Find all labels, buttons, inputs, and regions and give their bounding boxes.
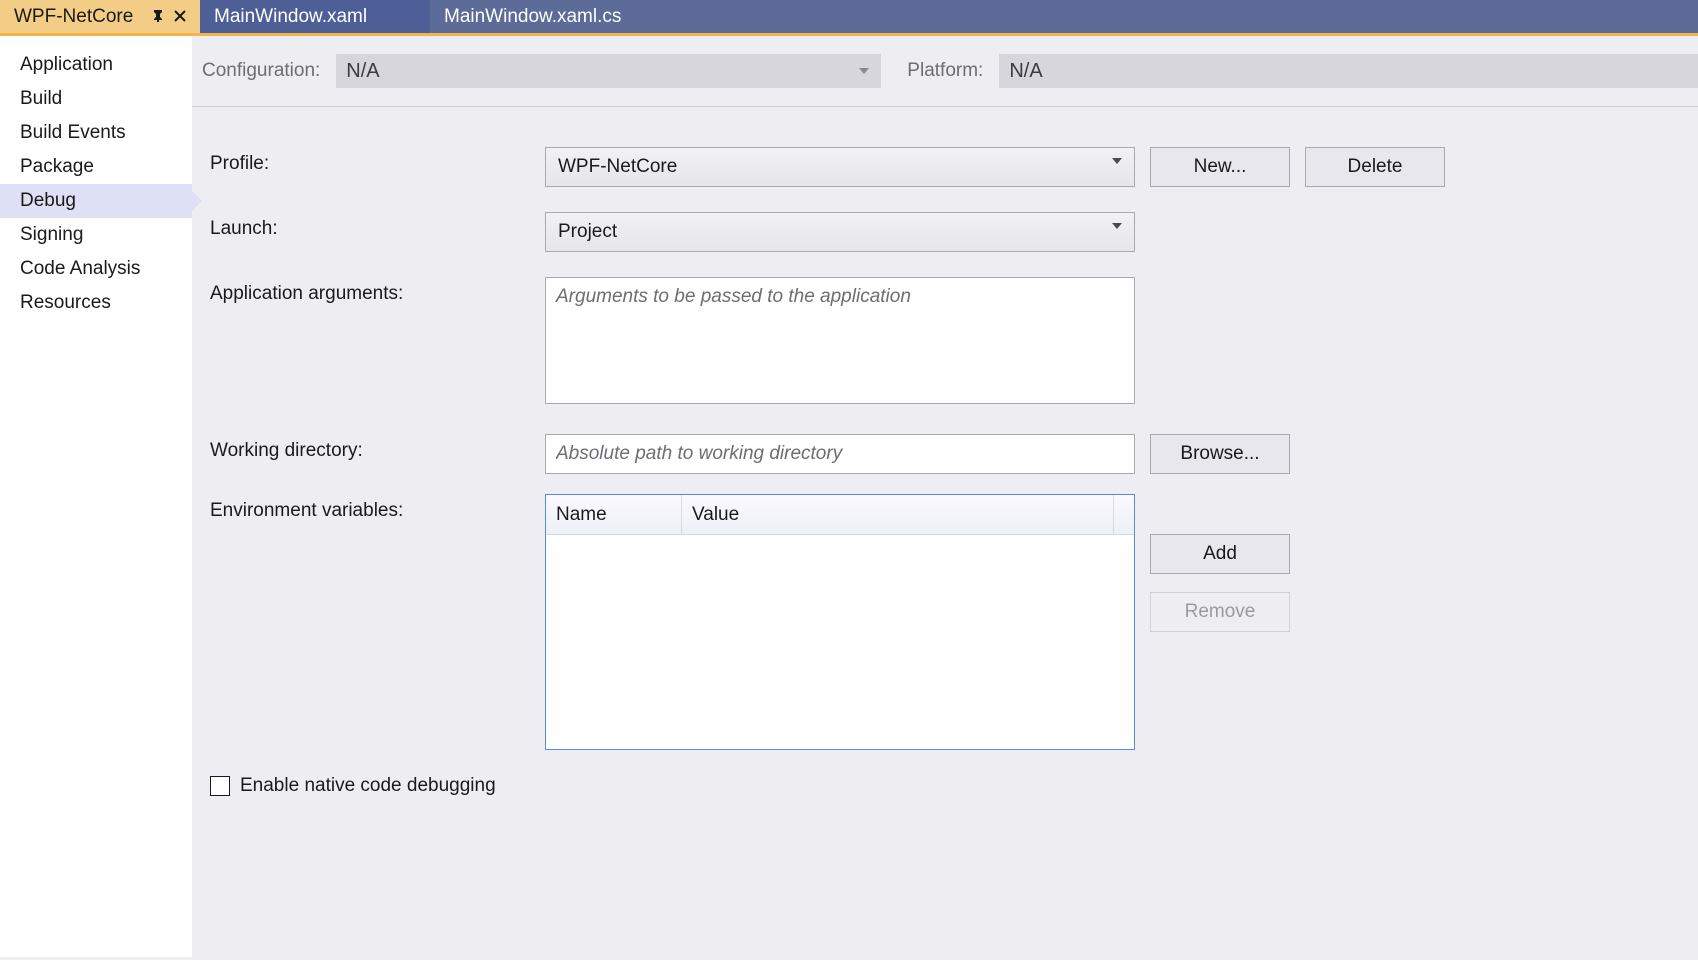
application-arguments-input[interactable] (545, 277, 1135, 404)
env-col-value[interactable]: Value (682, 495, 1114, 534)
debug-settings-panel: Configuration: N/A Platform: N/A Profile… (192, 36, 1698, 957)
pin-icon[interactable] (152, 6, 164, 28)
sidebar-item-label: Build Events (20, 122, 126, 143)
profile-label: Profile: (210, 147, 530, 175)
tab-strip: WPF-NetCore MainWindow.xaml MainWindow.x… (0, 0, 1698, 36)
launch-dropdown[interactable]: Project (545, 212, 1135, 252)
args-row: Application arguments: (210, 277, 1698, 404)
sidebar-item-label: Application (20, 54, 113, 75)
workdir-row: Working directory: Browse... (210, 434, 1698, 474)
sidebar-item-application[interactable]: Application (0, 48, 192, 82)
tab-label: WPF-NetCore (14, 6, 142, 28)
native-debug-checkbox[interactable] (210, 776, 230, 796)
platform-value: N/A (1009, 60, 1042, 83)
add-env-button[interactable]: Add (1150, 534, 1290, 574)
sidebar-item-resources[interactable]: Resources (0, 286, 192, 320)
sidebar-item-signing[interactable]: Signing (0, 218, 192, 252)
chevron-down-icon (859, 68, 869, 74)
launch-value: Project (558, 221, 617, 243)
sidebar-item-label: Resources (20, 292, 111, 313)
workdir-label: Working directory: (210, 434, 530, 462)
new-profile-button[interactable]: New... (1150, 147, 1290, 187)
tab-mainwindow-xaml[interactable]: MainWindow.xaml (200, 0, 430, 33)
env-buttons: Add Remove (1150, 494, 1290, 632)
tab-mainwindow-xaml-cs[interactable]: MainWindow.xaml.cs (430, 0, 720, 33)
remove-env-button: Remove (1150, 592, 1290, 632)
args-label: Application arguments: (210, 277, 530, 305)
env-table-header: Name Value (546, 495, 1134, 535)
button-label: Browse... (1180, 443, 1259, 465)
project-properties-sidebar: Application Build Build Events Package D… (0, 36, 192, 957)
environment-variables-table[interactable]: Name Value (545, 494, 1135, 750)
chevron-down-icon (1112, 223, 1122, 229)
button-label: Remove (1185, 601, 1256, 623)
button-label: Add (1203, 543, 1237, 565)
env-col-scroll (1114, 495, 1134, 534)
sidebar-item-build[interactable]: Build (0, 82, 192, 116)
sidebar-item-label: Debug (20, 190, 76, 211)
configuration-select[interactable]: N/A (336, 54, 881, 88)
sidebar-item-package[interactable]: Package (0, 150, 192, 184)
configuration-bar: Configuration: N/A Platform: N/A (192, 54, 1698, 107)
sidebar-item-code-analysis[interactable]: Code Analysis (0, 252, 192, 286)
button-label: New... (1194, 156, 1247, 178)
profile-dropdown[interactable]: WPF-NetCore (545, 147, 1135, 187)
sidebar-item-debug[interactable]: Debug (0, 184, 192, 218)
profile-value: WPF-NetCore (558, 156, 677, 178)
sidebar-item-build-events[interactable]: Build Events (0, 116, 192, 150)
browse-button[interactable]: Browse... (1150, 434, 1290, 474)
launch-label: Launch: (210, 212, 530, 240)
working-directory-input[interactable] (545, 434, 1135, 474)
native-debug-label: Enable native code debugging (240, 775, 496, 797)
tab-project-properties[interactable]: WPF-NetCore (0, 0, 200, 33)
chevron-down-icon (1112, 158, 1122, 164)
close-icon[interactable] (174, 6, 186, 28)
sidebar-item-label: Build (20, 88, 62, 109)
tab-label: MainWindow.xaml (214, 6, 416, 28)
sidebar-item-label: Package (20, 156, 94, 177)
configuration-label: Configuration: (202, 60, 320, 82)
tab-label: MainWindow.xaml.cs (444, 6, 706, 28)
env-col-name[interactable]: Name (546, 495, 682, 534)
workspace: Application Build Build Events Package D… (0, 36, 1698, 957)
platform-label: Platform: (907, 60, 983, 82)
button-label: Delete (1348, 156, 1403, 178)
native-debug-row[interactable]: Enable native code debugging (210, 775, 1698, 797)
profile-row: Profile: WPF-NetCore New... Delete (210, 147, 1698, 187)
launch-row: Launch: Project (210, 212, 1698, 252)
sidebar-item-label: Signing (20, 224, 83, 245)
sidebar-item-label: Code Analysis (20, 258, 140, 279)
configuration-value: N/A (346, 60, 379, 83)
delete-profile-button[interactable]: Delete (1305, 147, 1445, 187)
debug-form: Profile: WPF-NetCore New... Delete Launc… (192, 147, 1698, 797)
env-label: Environment variables: (210, 494, 530, 522)
platform-select[interactable]: N/A (999, 54, 1698, 88)
env-row: Environment variables: Name Value Add Re… (210, 494, 1698, 750)
